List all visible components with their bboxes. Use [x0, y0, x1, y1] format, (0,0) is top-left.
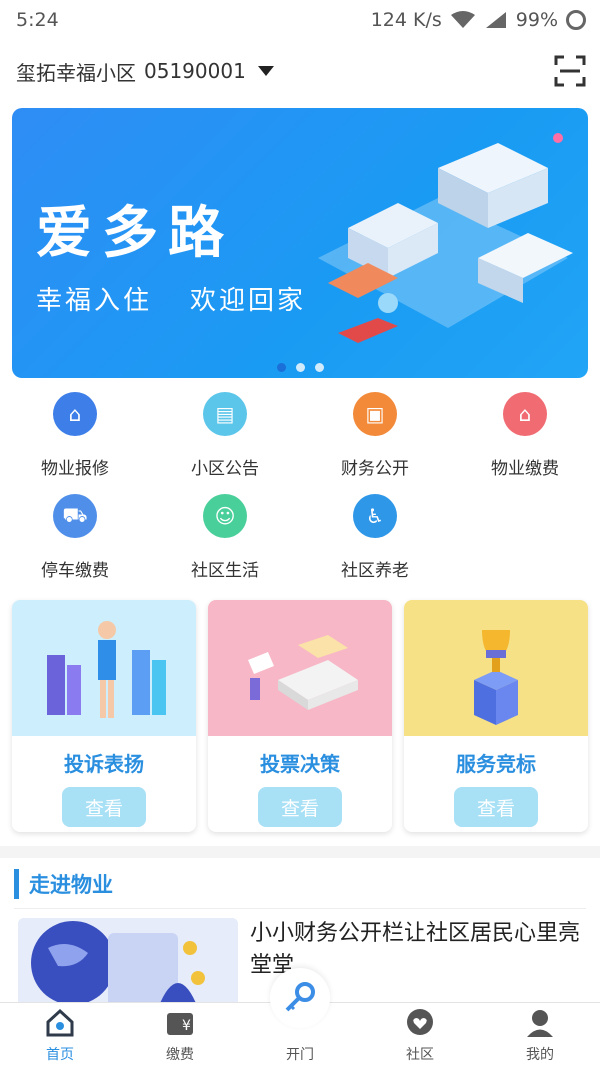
tab-label: 社区	[406, 1047, 434, 1063]
service-finance[interactable]: ▣ 财务公开	[300, 386, 450, 488]
promo-banner[interactable]: 爱多路 幸福入住 欢迎回家	[12, 108, 588, 378]
service-label: 物业报修	[41, 459, 109, 479]
banner-title: 爱多路	[36, 201, 234, 266]
news-thumbnail	[18, 918, 238, 1008]
key-icon	[285, 982, 315, 1012]
card-title: 投票决策	[260, 752, 340, 776]
wifi-icon	[450, 11, 475, 28]
community-code: 05190001	[144, 59, 246, 83]
view-button[interactable]: 查看	[454, 787, 538, 827]
open-door-button[interactable]	[270, 968, 330, 1028]
community-selector[interactable]: 玺拓幸福小区 05190001	[16, 57, 274, 86]
status-bar: 5:24 124 K/s 99%	[0, 0, 600, 40]
tab-profile[interactable]: 我的	[480, 1003, 600, 1067]
service-repair[interactable]: ⌂ 物业报修	[0, 386, 150, 488]
battery-percent: 99%	[515, 9, 558, 31]
card-complaint[interactable]: 投诉表扬 查看	[12, 600, 196, 832]
tab-label: 缴费	[166, 1047, 194, 1063]
service-parking[interactable]: ⛟ 停车缴费	[0, 488, 150, 590]
tab-label: 首页	[46, 1047, 74, 1063]
life-icon: ☺	[203, 494, 247, 538]
header: 玺拓幸福小区 05190001	[0, 48, 600, 94]
section-underline	[14, 908, 586, 909]
service-label: 财务公开	[341, 459, 409, 479]
service-label: 停车缴费	[41, 561, 109, 581]
scan-icon[interactable]	[554, 55, 586, 87]
vote-illustration	[208, 600, 392, 736]
payment-icon: ¥	[167, 1013, 193, 1035]
banner-subtitle: 幸福入住 欢迎回家	[36, 280, 306, 317]
signal-icon	[485, 12, 506, 28]
network-speed: 124 K/s	[370, 9, 442, 31]
view-button[interactable]: 查看	[258, 787, 342, 827]
tab-home[interactable]: 首页	[0, 1003, 120, 1067]
notice-icon: ▤	[203, 392, 247, 436]
elderly-icon: ♿	[353, 494, 397, 538]
service-grid: ⌂ 物业报修 ▤ 小区公告 ▣ 财务公开 ⌂ 物业缴费 ⛟ 停车缴费 ☺ 社区生…	[0, 386, 600, 586]
section-title: 走进物业	[29, 873, 113, 897]
trophy-illustration	[404, 600, 588, 736]
battery-icon	[566, 10, 586, 30]
card-title: 服务竞标	[456, 752, 536, 776]
banner-dot-3[interactable]	[314, 363, 324, 372]
parking-icon: ⛟	[53, 494, 97, 538]
city-illustration	[318, 133, 573, 343]
service-label: 物业缴费	[491, 459, 559, 479]
card-bidding[interactable]: 服务竞标 查看	[404, 600, 588, 832]
tab-payment[interactable]: ¥ 缴费	[120, 1003, 240, 1067]
complaint-illustration	[12, 600, 196, 736]
tab-community[interactable]: 社区	[360, 1003, 480, 1067]
svg-text:¥: ¥	[182, 1018, 191, 1034]
home-icon	[46, 1008, 74, 1037]
banner-dot-1[interactable]	[276, 363, 286, 372]
service-label: 小区公告	[191, 459, 259, 479]
service-life[interactable]: ☺ 社区生活	[150, 488, 300, 590]
feature-cards: 投诉表扬 查看 投票决策 查看 服务竞标 查看	[12, 600, 588, 832]
section-header: 走进物业	[14, 868, 113, 900]
finance-icon: ▣	[353, 392, 397, 436]
service-fee[interactable]: ⌂ 物业缴费	[450, 386, 600, 488]
section-accent-bar	[14, 869, 19, 899]
service-label: 社区生活	[191, 561, 259, 581]
status-time: 5:24	[16, 9, 59, 31]
caret-down-icon	[257, 66, 274, 76]
section-divider	[0, 846, 600, 858]
card-title: 投诉表扬	[64, 752, 144, 776]
banner-subtitle-left: 幸福入住	[36, 286, 153, 316]
profile-icon	[527, 1010, 553, 1037]
card-vote[interactable]: 投票决策 查看	[208, 600, 392, 832]
service-label: 社区养老	[341, 561, 409, 581]
banner-pagination	[12, 363, 588, 372]
community-icon	[407, 1009, 433, 1035]
view-button[interactable]: 查看	[62, 787, 146, 827]
tab-label: 开门	[286, 1047, 314, 1063]
service-elderly[interactable]: ♿ 社区养老	[300, 488, 450, 590]
banner-dot-2[interactable]	[295, 363, 305, 372]
tab-label: 我的	[526, 1047, 554, 1063]
status-right: 124 K/s 99%	[371, 9, 586, 31]
service-notice[interactable]: ▤ 小区公告	[150, 386, 300, 488]
repair-icon: ⌂	[53, 392, 97, 436]
fee-icon: ⌂	[503, 392, 547, 436]
community-name: 玺拓幸福小区	[16, 60, 136, 85]
